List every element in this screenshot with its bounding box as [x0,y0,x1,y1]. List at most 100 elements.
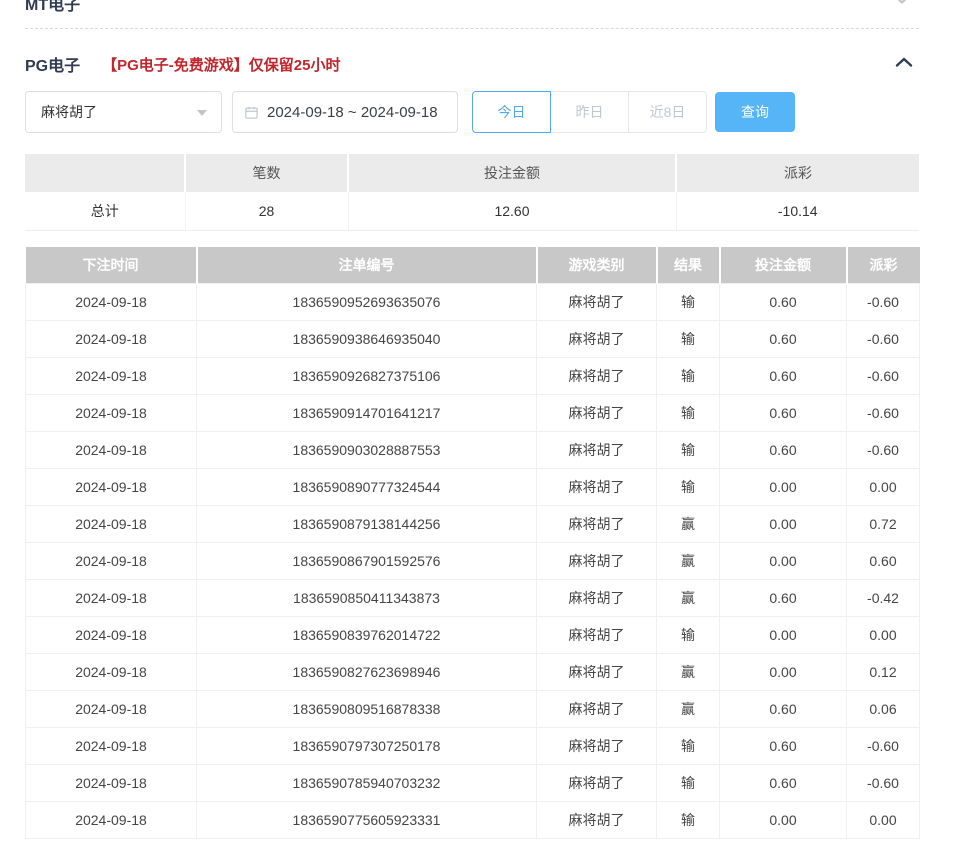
records-header-game-type: 游戏类别 [537,247,657,284]
cell-bet-time: 2024-09-18 [26,802,197,839]
date-range-input[interactable]: 2024-09-18 ~ 2024-09-18 [232,91,458,133]
records-table: 下注时间 注单编号 游戏类别 结果 投注金额 派彩 2024-09-181836… [25,247,920,840]
cell-payout: 0.00 [847,802,920,839]
cell-bet-time: 2024-09-18 [26,469,197,506]
cell-result: 输 [657,802,720,839]
cell-bet-amount: 0.60 [720,358,847,395]
cell-order-id: 1836590938646935040 [197,321,537,358]
cell-bet-time: 2024-09-18 [26,395,197,432]
chevron-down-icon[interactable] [893,0,911,5]
records-header-bet-time: 下注时间 [26,247,197,284]
cell-game-type: 麻将胡了 [537,765,657,802]
cell-bet-amount: 0.00 [720,469,847,506]
game-select-value: 麻将胡了 [41,102,97,122]
summary-header-payout: 派彩 [676,154,919,192]
cell-payout: 0.00 [847,617,920,654]
records-header-bet-amount: 投注金额 [720,247,847,284]
cell-order-id: 1836590827623698946 [197,654,537,691]
cell-bet-amount: 0.60 [720,580,847,617]
cell-result: 输 [657,284,720,321]
cell-bet-time: 2024-09-18 [26,691,197,728]
cell-game-type: 麻将胡了 [537,728,657,765]
table-row: 2024-09-181836590850411343873麻将胡了赢0.60-0… [26,580,920,617]
cell-bet-amount: 0.00 [720,543,847,580]
cell-bet-time: 2024-09-18 [26,617,197,654]
date-range-value: 2024-09-18 ~ 2024-09-18 [267,104,438,121]
filter-bar: 麻将胡了 2024-09-18 ~ 2024-09-18 今日 昨日 近8日 查… [25,91,919,133]
summary-header-empty [25,154,185,192]
range-button-last8days[interactable]: 近8日 [628,91,707,133]
records-header-order-id: 注单编号 [197,247,537,284]
cell-order-id: 1836590903028887553 [197,432,537,469]
table-row: 2024-09-181836590775605923331麻将胡了输0.000.… [26,802,920,839]
cell-order-id: 1836590867901592576 [197,543,537,580]
cell-game-type: 麻将胡了 [537,580,657,617]
cell-game-type: 麻将胡了 [537,321,657,358]
cell-payout: -0.60 [847,358,920,395]
cell-order-id: 1836590809516878338 [197,691,537,728]
cell-bet-time: 2024-09-18 [26,765,197,802]
cell-order-id: 1836590890777324544 [197,469,537,506]
cell-order-id: 1836590914701641217 [197,395,537,432]
cell-payout: -0.60 [847,765,920,802]
cell-payout: -0.60 [847,321,920,358]
table-row: 2024-09-181836590914701641217麻将胡了输0.60-0… [26,395,920,432]
cell-result: 输 [657,358,720,395]
cell-bet-amount: 0.60 [720,432,847,469]
cell-order-id: 1836590926827375106 [197,358,537,395]
section-header: PG电子 【PG电子-免费游戏】仅保留25小时 [25,53,919,75]
chevron-up-icon[interactable] [895,56,913,69]
previous-section-title: MT电子 [25,0,80,15]
cell-order-id: 1836590839762014722 [197,617,537,654]
cell-result: 输 [657,617,720,654]
cell-bet-amount: 0.00 [720,617,847,654]
summary-count: 28 [185,192,348,230]
cell-result: 赢 [657,691,720,728]
cell-game-type: 麻将胡了 [537,395,657,432]
summary-header-row: 笔数 投注金额 派彩 [25,154,919,192]
cell-game-type: 麻将胡了 [537,469,657,506]
table-row: 2024-09-181836590879138144256麻将胡了赢0.000.… [26,506,920,543]
records-header-result: 结果 [657,247,720,284]
cell-bet-amount: 0.60 [720,691,847,728]
cell-bet-time: 2024-09-18 [26,321,197,358]
cell-bet-amount: 0.00 [720,802,847,839]
query-button[interactable]: 查询 [715,92,795,132]
table-row: 2024-09-181836590827623698946麻将胡了赢0.000.… [26,654,920,691]
chevron-down-icon [197,110,207,116]
cell-payout: 0.60 [847,543,920,580]
cell-payout: -0.42 [847,580,920,617]
cell-payout: -0.60 [847,395,920,432]
table-row: 2024-09-181836590890777324544麻将胡了输0.000.… [26,469,920,506]
table-row: 2024-09-181836590839762014722麻将胡了输0.000.… [26,617,920,654]
cell-game-type: 麻将胡了 [537,654,657,691]
cell-game-type: 麻将胡了 [537,617,657,654]
summary-header-count: 笔数 [185,154,348,192]
summary-header-bet-amount: 投注金额 [348,154,676,192]
cell-payout: 0.72 [847,506,920,543]
cell-order-id: 1836590952693635076 [197,284,537,321]
range-button-yesterday[interactable]: 昨日 [550,91,629,133]
cell-result: 输 [657,395,720,432]
cell-result: 赢 [657,543,720,580]
cell-order-id: 1836590879138144256 [197,506,537,543]
table-row: 2024-09-181836590785940703232麻将胡了输0.60-0… [26,765,920,802]
cell-bet-amount: 0.00 [720,506,847,543]
cell-payout: -0.60 [847,432,920,469]
range-button-today[interactable]: 今日 [472,91,551,133]
cell-payout: 0.06 [847,691,920,728]
game-select[interactable]: 麻将胡了 [25,91,222,133]
cell-bet-time: 2024-09-18 [26,728,197,765]
cell-game-type: 麻将胡了 [537,691,657,728]
cell-result: 输 [657,765,720,802]
table-row: 2024-09-181836590926827375106麻将胡了输0.60-0… [26,358,920,395]
table-row: 2024-09-181836590797307250178麻将胡了输0.60-0… [26,728,920,765]
summary-total-row: 总计 28 12.60 -10.14 [25,192,919,230]
page: MT电子 PG电子 【PG电子-免费游戏】仅保留25小时 麻将胡了 2024-0… [0,0,969,839]
cell-game-type: 麻将胡了 [537,802,657,839]
cell-bet-amount: 0.60 [720,395,847,432]
records-header-row: 下注时间 注单编号 游戏类别 结果 投注金额 派彩 [26,247,920,284]
cell-game-type: 麻将胡了 [537,358,657,395]
cell-order-id: 1836590850411343873 [197,580,537,617]
cell-bet-time: 2024-09-18 [26,432,197,469]
